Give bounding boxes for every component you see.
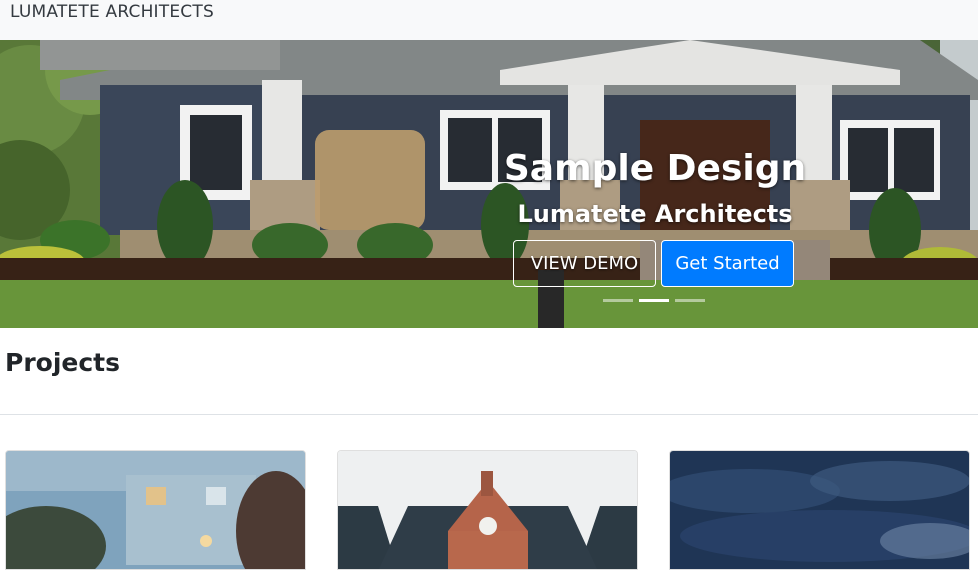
navbar: LUMATETE ARCHITECTS xyxy=(0,0,978,40)
project-image xyxy=(670,451,969,569)
project-card[interactable] xyxy=(669,450,970,570)
project-card[interactable] xyxy=(337,450,638,570)
carousel-indicator-1[interactable] xyxy=(603,299,633,302)
hero-subtitle: Lumatete Architects xyxy=(517,200,793,228)
project-image xyxy=(6,451,305,569)
hero-carousel: Sample Design Lumatete Architects VIEW D… xyxy=(0,40,978,328)
get-started-button[interactable]: Get Started xyxy=(661,240,794,287)
navbar-brand[interactable]: LUMATETE ARCHITECTS xyxy=(10,2,214,22)
section-divider xyxy=(0,414,978,415)
carousel-indicator-2[interactable] xyxy=(639,299,669,302)
hero-title: Sample Design xyxy=(503,148,807,189)
project-card[interactable] xyxy=(5,450,306,570)
projects-heading: Projects xyxy=(5,348,121,377)
hero-house-image xyxy=(0,40,978,328)
project-image xyxy=(338,451,637,569)
carousel-indicator-3[interactable] xyxy=(675,299,705,302)
view-demo-button[interactable]: VIEW DEMO xyxy=(513,240,656,287)
